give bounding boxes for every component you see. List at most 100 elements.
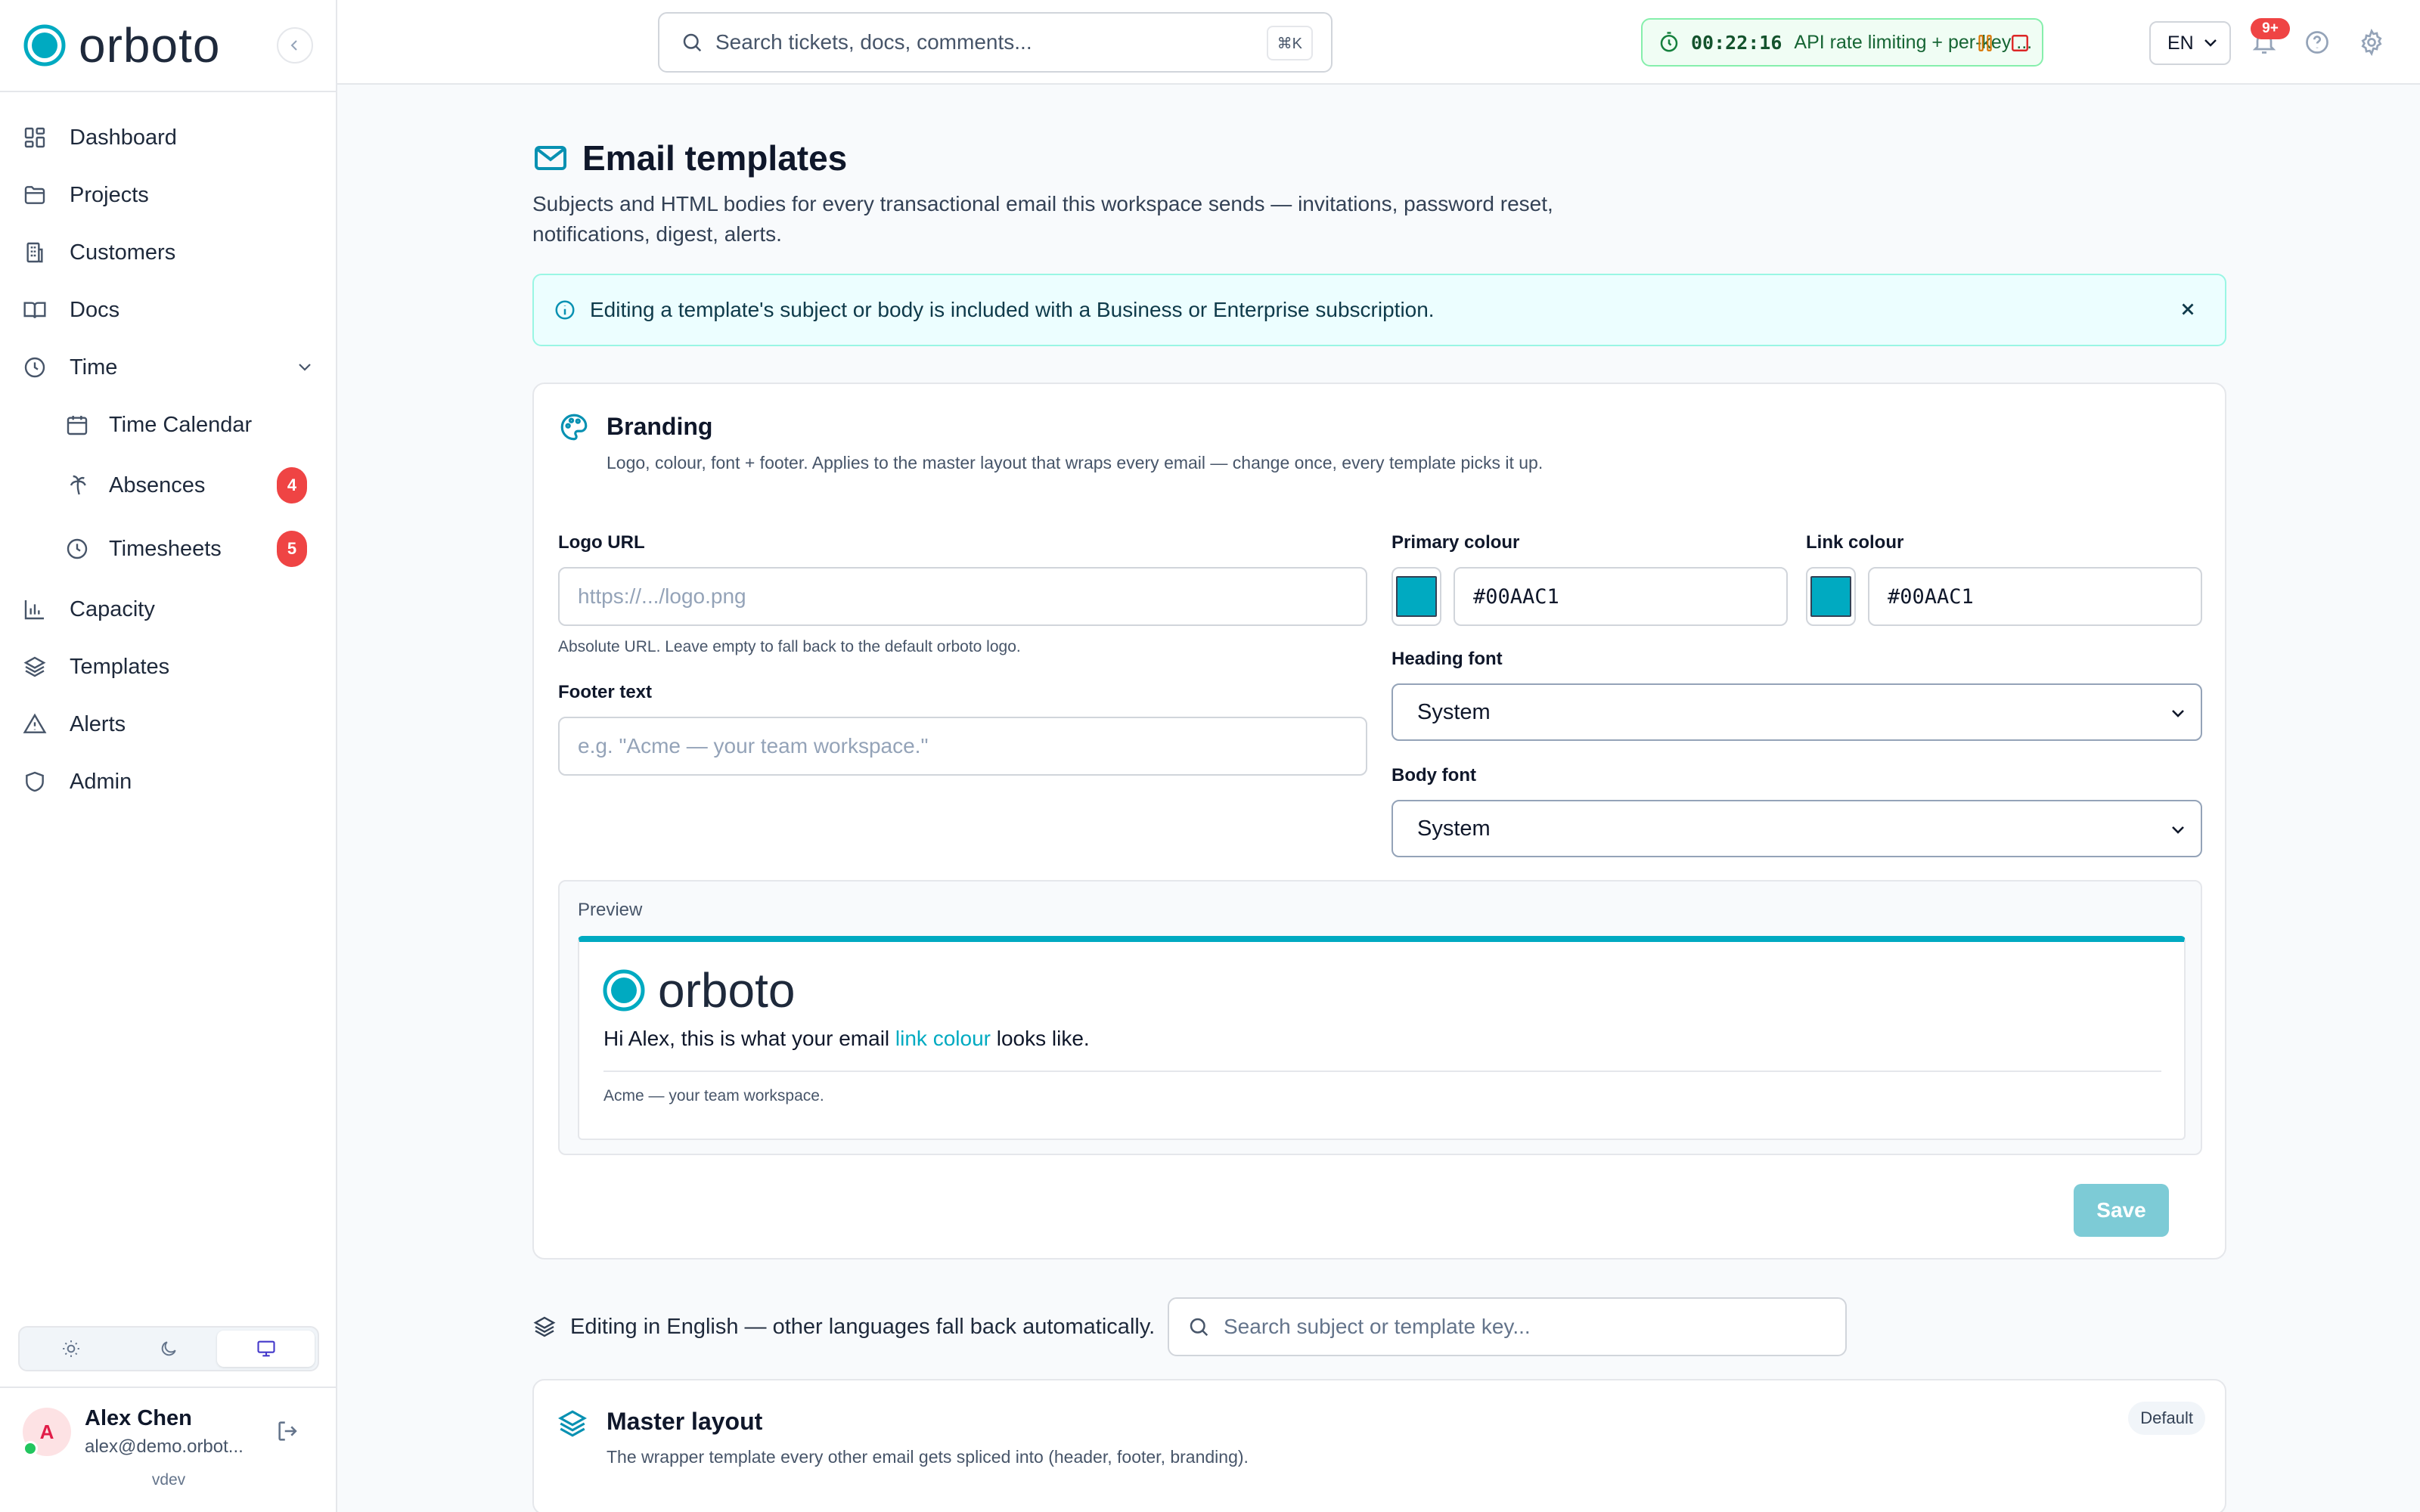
preview-link[interactable]: link colour bbox=[895, 1027, 991, 1050]
chevron-down-icon bbox=[2172, 826, 2184, 834]
preview-text-start: Hi Alex, this is what your email bbox=[603, 1027, 895, 1050]
brand-logo[interactable]: orboto bbox=[23, 21, 220, 70]
timesheets-count-badge: 5 bbox=[277, 531, 307, 567]
sidebar-item-admin[interactable]: Admin bbox=[21, 759, 132, 804]
sidebar-item-projects[interactable]: Projects bbox=[21, 172, 149, 218]
template-search[interactable] bbox=[1168, 1297, 1847, 1356]
email-preview-footer: Acme — your team workspace. bbox=[603, 1087, 824, 1105]
book-icon bbox=[23, 302, 46, 318]
logo-url-label: Logo URL bbox=[558, 532, 645, 553]
search-icon bbox=[1190, 1318, 1208, 1337]
sidebar-item-timesheets[interactable]: Timesheets bbox=[64, 526, 222, 572]
page-description: Subjects and HTML bodies for every trans… bbox=[532, 192, 1553, 246]
sidebar-item-label: Dashboard bbox=[70, 125, 177, 150]
warning-icon bbox=[23, 713, 47, 733]
pause-icon[interactable] bbox=[1975, 33, 1995, 53]
sidebar-item-label: Docs bbox=[70, 297, 120, 322]
sun-icon bbox=[63, 1340, 80, 1357]
language-value: EN bbox=[2167, 32, 2194, 54]
layers-icon bbox=[558, 1410, 587, 1437]
sidebar-item-absences[interactable]: Absences bbox=[64, 463, 205, 508]
sidebar-item-label: Absences bbox=[109, 472, 206, 497]
mail-icon bbox=[535, 146, 566, 170]
primary-colour-swatch bbox=[1396, 576, 1437, 617]
body-font-select[interactable]: System bbox=[1392, 800, 2202, 857]
heading-font-label: Heading font bbox=[1392, 649, 1503, 669]
sidebar-item-dashboard[interactable]: Dashboard bbox=[21, 115, 177, 160]
shield-icon bbox=[26, 771, 44, 792]
theme-system-button[interactable] bbox=[217, 1331, 315, 1367]
help-icon[interactable] bbox=[2304, 29, 2331, 56]
sidebar-item-label: Admin bbox=[70, 769, 132, 794]
chevron-down-icon bbox=[299, 364, 311, 371]
sidebar-item-customers[interactable]: Customers bbox=[21, 230, 175, 275]
language-select[interactable]: EN bbox=[2149, 21, 2231, 65]
sidebar-item-templates[interactable]: Templates bbox=[21, 644, 169, 689]
template-search-input[interactable] bbox=[1224, 1315, 1829, 1339]
subscription-info-banner: Editing a template's subject or body is … bbox=[532, 274, 2226, 346]
calendar-icon bbox=[67, 416, 88, 435]
footer-text-label: Footer text bbox=[558, 682, 653, 702]
link-colour-picker[interactable] bbox=[1806, 567, 1856, 626]
sidebar-item-label: Projects bbox=[70, 182, 149, 207]
collapse-sidebar-button[interactable] bbox=[277, 27, 313, 64]
preview-text-end: looks like. bbox=[990, 1027, 1090, 1050]
sidebar-item-time[interactable]: Time bbox=[21, 345, 313, 390]
email-preview: Preview orboto Hi Alex, this is what you… bbox=[558, 880, 2202, 1155]
preview-label: Preview bbox=[578, 900, 643, 920]
online-status-dot bbox=[23, 1441, 38, 1456]
heading-font-value: System bbox=[1417, 699, 1491, 724]
layers-icon bbox=[23, 656, 46, 677]
sidebar-divider bbox=[0, 91, 337, 92]
email-brand: orboto bbox=[602, 966, 795, 1015]
editing-language-text: Editing in English — other languages fal… bbox=[570, 1314, 1156, 1339]
primary-colour-input[interactable]: #00AAC1 bbox=[1454, 567, 1788, 626]
orboto-logo-icon bbox=[603, 969, 645, 1012]
sidebar-item-label: Timesheets bbox=[109, 536, 222, 561]
logo-url-input[interactable] bbox=[558, 567, 1367, 626]
theme-dark-button[interactable] bbox=[120, 1331, 218, 1367]
sidebar-item-capacity[interactable]: Capacity bbox=[21, 587, 155, 632]
logout-button[interactable] bbox=[275, 1418, 301, 1444]
chevron-down-icon bbox=[2172, 710, 2184, 717]
orboto-logo-icon bbox=[23, 24, 66, 67]
sidebar-item-alerts[interactable]: Alerts bbox=[21, 702, 126, 747]
save-button[interactable]: Save bbox=[2074, 1184, 2169, 1237]
email-preview-body: orboto Hi Alex, this is what your email … bbox=[578, 936, 2186, 1140]
global-search-input[interactable] bbox=[715, 30, 1260, 54]
link-colour-swatch bbox=[1810, 576, 1851, 617]
bar-chart-icon bbox=[24, 600, 44, 620]
dashboard-icon bbox=[24, 127, 45, 148]
monitor-icon bbox=[257, 1340, 275, 1357]
info-banner-text: Editing a template's subject or body is … bbox=[590, 298, 1435, 321]
search-shortcut-hint: ⌘K bbox=[1266, 26, 1313, 60]
palette-icon bbox=[560, 414, 588, 441]
close-icon[interactable] bbox=[2178, 299, 2198, 319]
primary-colour-picker[interactable] bbox=[1392, 567, 1441, 626]
body-font-value: System bbox=[1417, 816, 1491, 841]
stop-icon[interactable] bbox=[2010, 33, 2030, 53]
footer-text-input[interactable] bbox=[558, 717, 1367, 776]
link-colour-input[interactable]: #00AAC1 bbox=[1868, 567, 2202, 626]
branding-card: Branding Logo, colour, font + footer. Ap… bbox=[532, 383, 2226, 1259]
sidebar-item-time-calendar[interactable]: Time Calendar bbox=[64, 402, 252, 448]
global-search[interactable]: ⌘K bbox=[658, 12, 1333, 73]
sidebar-item-docs[interactable]: Docs bbox=[21, 287, 119, 333]
gear-icon[interactable] bbox=[2358, 29, 2385, 56]
building-icon bbox=[26, 242, 43, 263]
heading-font-select[interactable]: System bbox=[1392, 683, 2202, 741]
default-badge: Default bbox=[2128, 1402, 2205, 1435]
running-timer[interactable]: 00:22:16 API rate limiting + per-key ... bbox=[1641, 18, 2043, 67]
editing-language-note: Editing in English — other languages fal… bbox=[532, 1297, 1155, 1356]
page-title: Email templates bbox=[582, 138, 848, 178]
master-layout-card[interactable]: Master layout The wrapper template every… bbox=[532, 1379, 2226, 1512]
chevron-down-icon bbox=[2204, 39, 2217, 47]
notifications-badge: 9+ bbox=[2251, 18, 2290, 39]
theme-light-button[interactable] bbox=[23, 1331, 120, 1367]
user-profile[interactable]: A Alex Chen alex@demo.orbot... bbox=[23, 1405, 325, 1465]
top-bar: ⌘K 00:22:16 API rate limiting + per-key … bbox=[337, 0, 2420, 85]
sidebar-divider bbox=[0, 1387, 337, 1388]
search-icon bbox=[683, 33, 702, 52]
palm-tree-icon bbox=[70, 475, 86, 495]
sidebar-item-label: Time Calendar bbox=[109, 412, 253, 437]
